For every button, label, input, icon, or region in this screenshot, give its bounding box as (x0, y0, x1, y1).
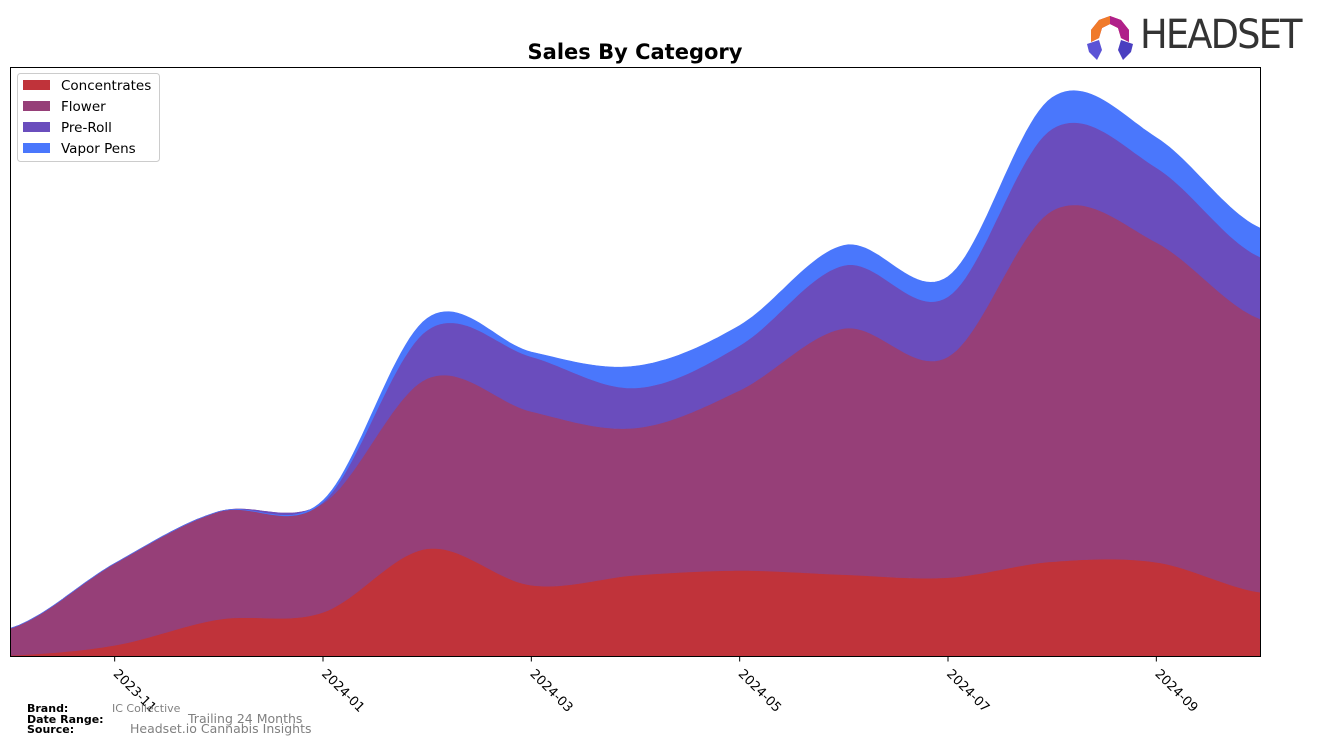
x-tick-label: 2024-03 (527, 667, 576, 716)
brand-value: IC Collective (112, 702, 181, 715)
legend-swatch (23, 143, 50, 153)
x-tick-label: 2024-01 (318, 667, 367, 716)
legend-swatch (23, 122, 50, 132)
footer-source-row: Source: Headset.io Cannabis Insights (27, 723, 312, 736)
x-tick-label: 2024-07 (943, 667, 992, 716)
legend: Concentrates Flower Pre-Roll Vapor Pens (17, 73, 160, 162)
legend-label: Flower (61, 99, 106, 115)
x-tick-label: 2024-09 (1152, 667, 1201, 716)
headset-logo: HEADSET (1085, 12, 1310, 62)
legend-swatch (23, 80, 50, 90)
x-tick-label: 2024-05 (735, 667, 784, 716)
sales-by-category-chart: Sales By Category 2023-11 2024-01 2024-03 2… (10, 40, 1261, 716)
headset-logo-icon (1087, 16, 1133, 60)
legend-swatch (23, 101, 50, 111)
x-axis-ticks: 2023-11 2024-01 2024-03 2024-05 2024-07 2024-… (110, 656, 1201, 716)
source-label: Source: (27, 723, 75, 736)
source-value: Headset.io Cannabis Insights (130, 721, 312, 736)
chart-title: Sales By Category (528, 40, 743, 64)
chart-footer: Brand: IC Collective Date Range: Trailin… (27, 703, 312, 736)
headset-logo-text: HEADSET (1140, 12, 1302, 58)
legend-label: Pre-Roll (61, 120, 112, 136)
legend-label: Vapor Pens (61, 141, 136, 157)
area-layers (10, 90, 1261, 657)
legend-label: Concentrates (61, 78, 151, 94)
